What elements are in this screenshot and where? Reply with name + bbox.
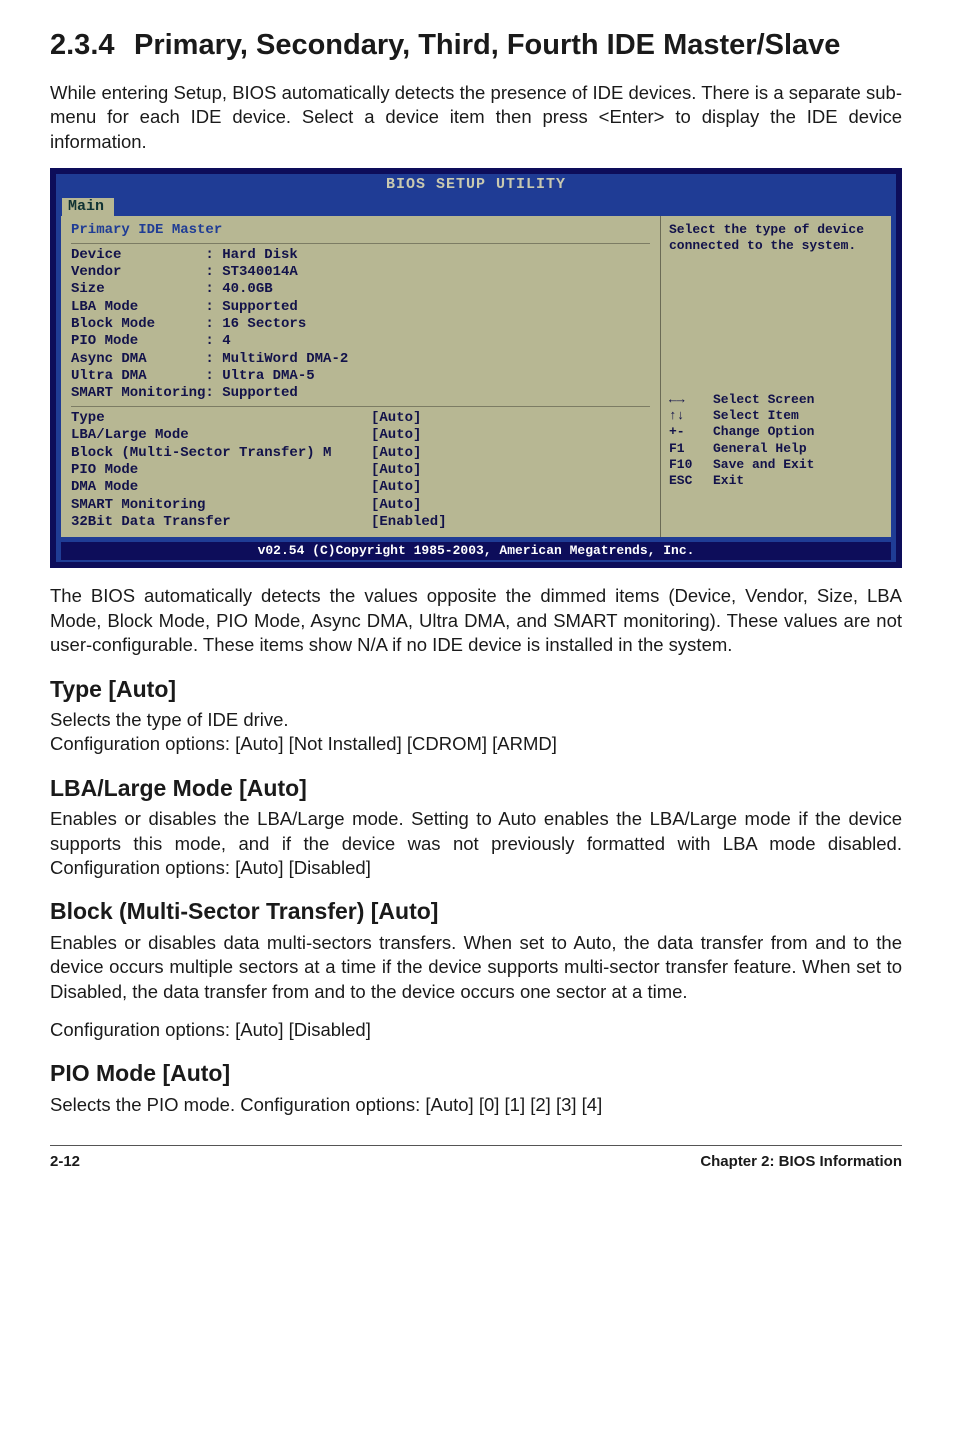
help-key-desc: Exit [713, 473, 744, 489]
help-key: F1 [669, 441, 713, 457]
bios-dimmed-row: Device : Hard Disk [71, 247, 650, 264]
page-footer: 2-12 Chapter 2: BIOS Information [50, 1145, 902, 1172]
bios-option-value: [Auto] [371, 445, 650, 462]
intro-paragraph: While entering Setup, BIOS automatically… [50, 81, 902, 154]
help-key: ←→ [669, 392, 713, 408]
lba-paragraph: Enables or disables the LBA/Large mode. … [50, 807, 902, 880]
bios-option-row[interactable]: Type [Auto] [71, 410, 650, 427]
bios-option-row[interactable]: 32Bit Data Transfer [Enabled] [71, 514, 650, 531]
divider [71, 243, 650, 244]
bios-option-row[interactable]: DMA Mode [Auto] [71, 479, 650, 496]
bios-option-value: [Auto] [371, 479, 650, 496]
pio-heading: PIO Mode [Auto] [50, 1058, 902, 1088]
bios-dimmed-row: Ultra DMA : Ultra DMA-5 [71, 368, 650, 385]
bios-help-text: Select the type of device connected to t… [669, 222, 883, 392]
divider [71, 406, 650, 407]
help-key: +- [669, 424, 713, 440]
bios-panel: Primary IDE Master Device : Hard Disk Ve… [61, 216, 891, 537]
pio-paragraph: Selects the PIO mode. Configuration opti… [50, 1093, 902, 1117]
help-key-row: F1General Help [669, 441, 883, 457]
bios-option-row[interactable]: SMART Monitoring [Auto] [71, 497, 650, 514]
bios-option-label: Type [71, 410, 371, 427]
page-number: 2-12 [50, 1152, 80, 1172]
bios-dimmed-row: Async DMA : MultiWord DMA-2 [71, 351, 650, 368]
bios-window-title: BIOS SETUP UTILITY [56, 174, 896, 195]
type-heading: Type [Auto] [50, 674, 902, 704]
bios-tab-main: Main [62, 198, 114, 217]
bios-option-label: DMA Mode [71, 479, 371, 496]
after-bios-paragraph: The BIOS automatically detects the value… [50, 584, 902, 657]
bios-left-pane: Primary IDE Master Device : Hard Disk Ve… [61, 216, 661, 537]
bios-option-row[interactable]: Block (Multi-Sector Transfer) M [Auto] [71, 445, 650, 462]
block-heading: Block (Multi-Sector Transfer) [Auto] [50, 896, 902, 926]
bios-dimmed-row: SMART Monitoring: Supported [71, 385, 650, 402]
bios-help-keys: ←→Select Screen ↑↓Select Item +-Change O… [669, 392, 883, 489]
bios-option-row[interactable]: PIO Mode [Auto] [71, 462, 650, 479]
help-key-row: ↑↓Select Item [669, 408, 883, 424]
help-key-desc: General Help [713, 441, 807, 457]
bios-left-heading: Primary IDE Master [71, 222, 650, 239]
help-key: ↑↓ [669, 408, 713, 424]
bios-option-value: [Enabled] [371, 514, 650, 531]
section-heading: 2.3.4 Primary, Secondary, Third, Fourth … [50, 28, 902, 63]
help-key-row: F10Save and Exit [669, 457, 883, 473]
bios-option-label: SMART Monitoring [71, 497, 371, 514]
bios-dimmed-row: Size : 40.0GB [71, 281, 650, 298]
section-title: Primary, Secondary, Third, Fourth IDE Ma… [134, 28, 902, 63]
bios-dimmed-row: Block Mode : 16 Sectors [71, 316, 650, 333]
help-key-row: ESCExit [669, 473, 883, 489]
type-paragraph-1: Selects the type of IDE drive. [50, 708, 902, 732]
type-paragraph-2: Configuration options: [Auto] [Not Insta… [50, 732, 902, 756]
help-key-desc: Select Item [713, 408, 799, 424]
help-key-desc: Select Screen [713, 392, 814, 408]
bios-option-label: Block (Multi-Sector Transfer) M [71, 445, 371, 462]
bios-dimmed-row: PIO Mode : 4 [71, 333, 650, 350]
bios-right-pane: Select the type of device connected to t… [661, 216, 891, 537]
help-key: F10 [669, 457, 713, 473]
bios-option-value: [Auto] [371, 497, 650, 514]
block-paragraph-1: Enables or disables data multi-sectors t… [50, 931, 902, 1004]
bios-option-label: LBA/Large Mode [71, 427, 371, 444]
bios-option-value: [Auto] [371, 462, 650, 479]
help-key-row: +-Change Option [669, 424, 883, 440]
bios-option-row[interactable]: LBA/Large Mode [Auto] [71, 427, 650, 444]
block-paragraph-2: Configuration options: [Auto] [Disabled] [50, 1018, 902, 1042]
bios-tab-row: Main [56, 195, 896, 217]
help-key-desc: Save and Exit [713, 457, 814, 473]
bios-dimmed-row: Vendor : ST340014A [71, 264, 650, 281]
bios-option-value: [Auto] [371, 410, 650, 427]
help-key-desc: Change Option [713, 424, 814, 440]
bios-dimmed-row: LBA Mode : Supported [71, 299, 650, 316]
bios-option-label: 32Bit Data Transfer [71, 514, 371, 531]
bios-option-label: PIO Mode [71, 462, 371, 479]
section-number: 2.3.4 [50, 28, 134, 63]
bios-screenshot: BIOS SETUP UTILITY Main Primary IDE Mast… [50, 168, 902, 568]
help-key-row: ←→Select Screen [669, 392, 883, 408]
bios-footer: v02.54 (C)Copyright 1985-2003, American … [61, 542, 891, 560]
bios-option-value: [Auto] [371, 427, 650, 444]
lba-heading: LBA/Large Mode [Auto] [50, 773, 902, 803]
chapter-label: Chapter 2: BIOS Information [700, 1152, 902, 1172]
bios-titlebar: BIOS SETUP UTILITY [56, 174, 896, 195]
help-key: ESC [669, 473, 713, 489]
